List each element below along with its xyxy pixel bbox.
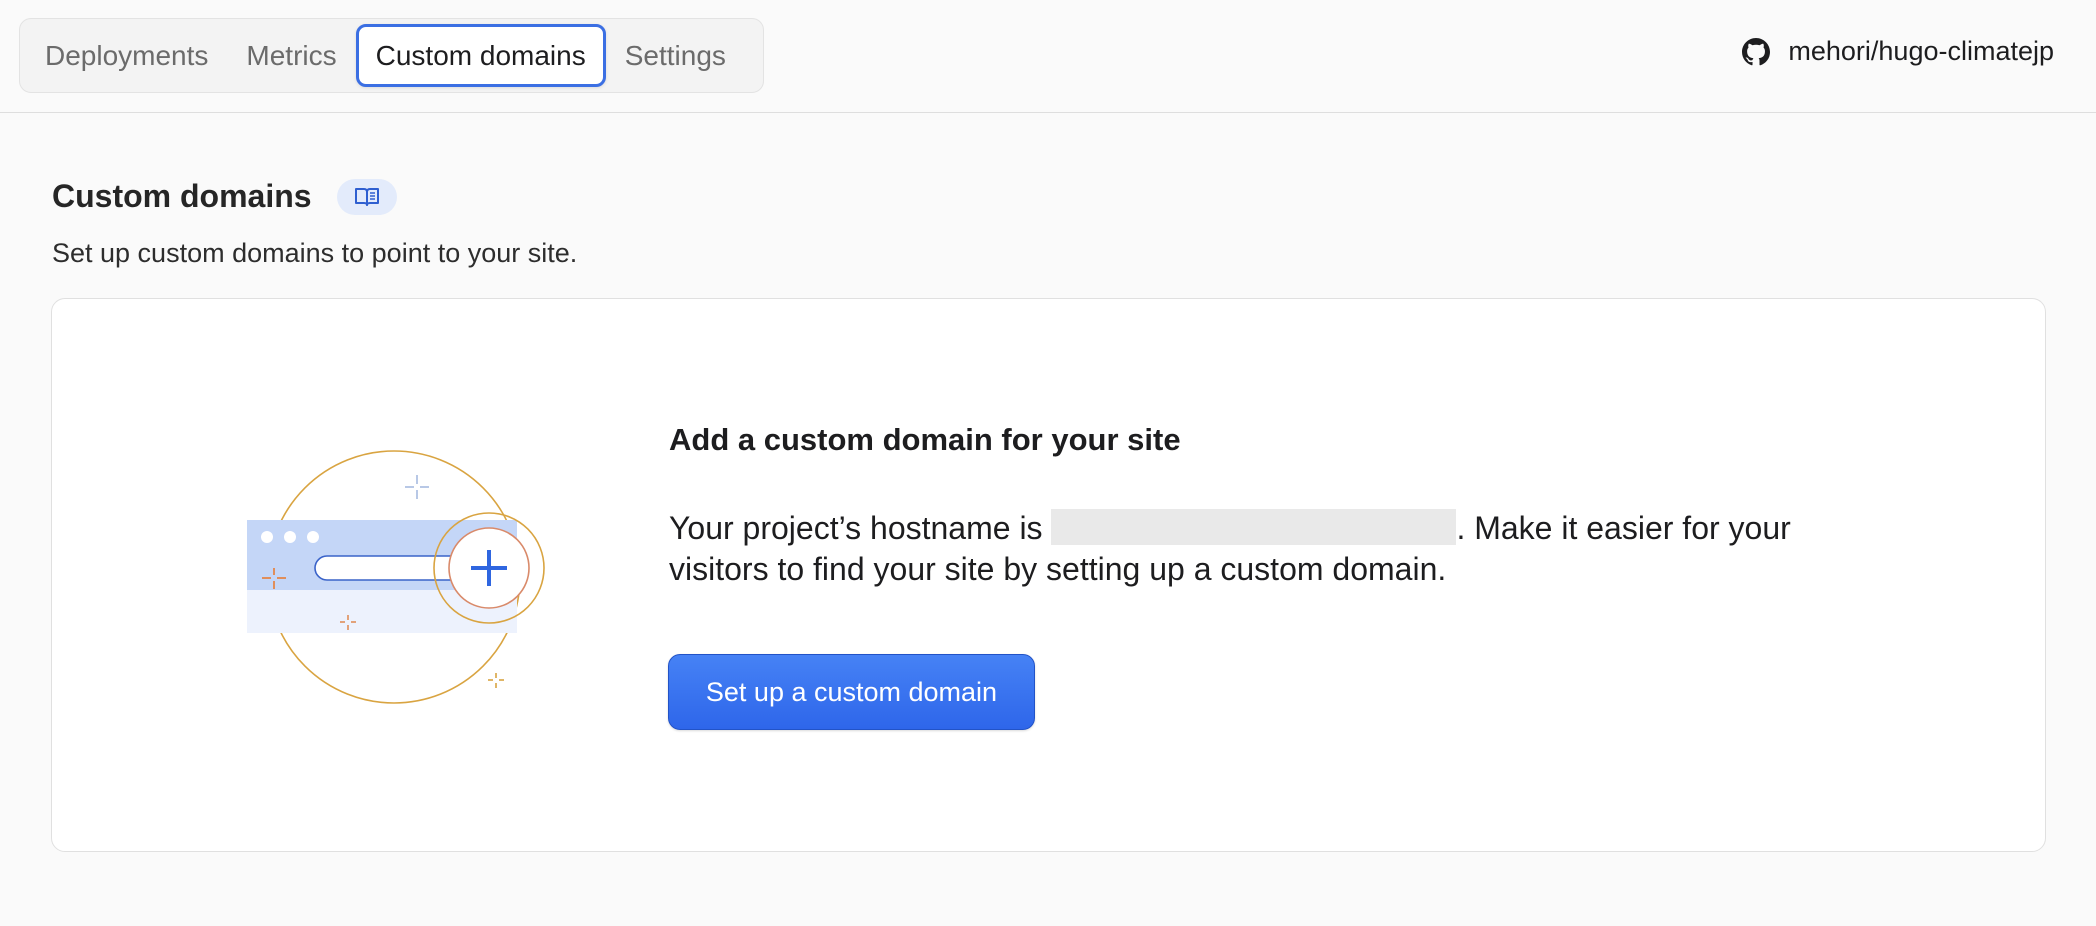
docs-link[interactable] [336,178,397,215]
repo-name: mehori/hugo-climatejp [1788,36,2054,66]
github-icon [1742,37,1771,65]
hostname-intro: Your project’s hostname is [669,510,1043,546]
repo-link[interactable]: mehori/hugo-climatejp [1742,36,2054,67]
card-description: Your project’s hostname is . Make it eas… [669,508,1849,590]
page-title: Custom domains [52,178,312,214]
tab-settings[interactable]: Settings [606,24,745,87]
empty-state-content: Add a custom domain for your site Your p… [669,422,1869,590]
tab-deployments[interactable]: Deployments [26,24,227,87]
custom-domain-illustration [247,450,545,704]
section-header: Custom domains [52,178,397,215]
book-icon [354,187,379,206]
top-bar: Deployments Metrics Custom domains Setti… [0,0,2096,113]
tab-metrics[interactable]: Metrics [227,24,355,87]
hostname-redacted [1051,509,1457,545]
empty-state-card: Add a custom domain for your site Your p… [51,298,2046,852]
card-heading: Add a custom domain for your site [669,422,1181,457]
tab-custom-domains[interactable]: Custom domains [355,24,606,87]
setup-custom-domain-button[interactable]: Set up a custom domain [668,654,1035,730]
tab-bar: Deployments Metrics Custom domains Setti… [19,18,764,93]
page-subtitle: Set up custom domains to point to your s… [52,238,578,268]
